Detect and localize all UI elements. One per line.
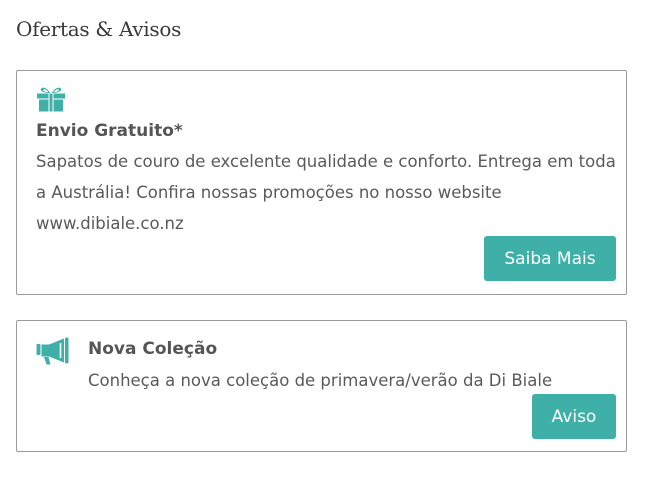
gift-icon: [37, 87, 65, 112]
card-description: Conheça a nova coleção de primavera/verã…: [88, 371, 553, 390]
offer-card-free-shipping: Envio Gratuito* Sapatos de couro de exce…: [16, 70, 627, 295]
learn-more-button[interactable]: Saiba Mais: [484, 236, 616, 281]
notice-card-new-collection: Nova Coleção Conheça a nova coleção de p…: [16, 320, 627, 452]
card-description: Sapatos de couro de excelente qualidade …: [36, 152, 616, 233]
card-title: Nova Coleção: [88, 339, 218, 359]
card-title: Envio Gratuito*: [36, 121, 183, 141]
megaphone-icon: [36, 337, 69, 365]
notice-button[interactable]: Aviso: [532, 394, 616, 439]
section-title: Ofertas & Avisos: [16, 17, 182, 41]
